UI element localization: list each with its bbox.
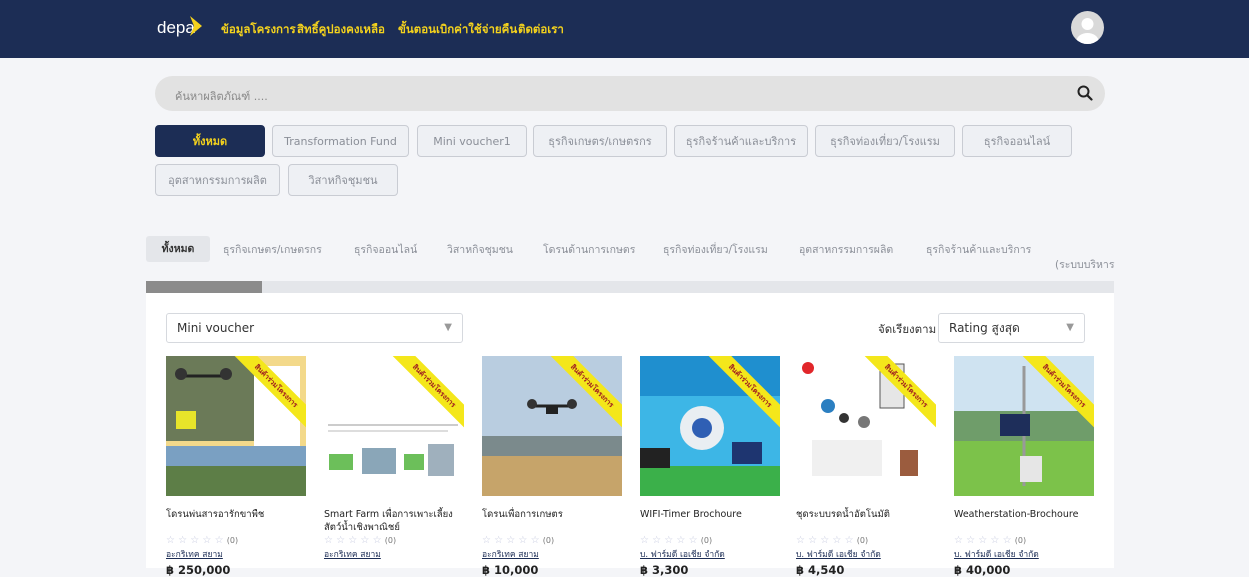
rating-stars: ☆ ☆ ☆ ☆ ☆ — [640, 535, 698, 546]
tab-retail-service[interactable]: ธุรกิจร้านค้าและบริการ — [926, 241, 1031, 258]
seller-link[interactable]: อะกริเทค สยาม — [166, 547, 306, 561]
product-card[interactable]: สินค้าร่วมโครงการ โดรนเพื่อการเกษตร ☆ ☆ … — [482, 356, 622, 577]
rating-count: (0) — [384, 536, 397, 545]
product-card[interactable]: สินค้าร่วมโครงการ โดรนพ่นสารอารักขาพืช ☆… — [166, 356, 306, 577]
rating-count: (0) — [856, 536, 869, 545]
product-title[interactable]: โดรนเพื่อการเกษตร — [482, 508, 622, 534]
tab-scroll-thumb[interactable] — [146, 281, 263, 293]
product-price: ฿ 3,300 — [640, 563, 689, 577]
tab-manufacturing[interactable]: อุตสาหกรรมการผลิต — [799, 241, 893, 258]
product-image[interactable]: สินค้าร่วมโครงการ — [796, 356, 936, 496]
chip-online-business[interactable]: ธุรกิจออนไลน์ — [962, 125, 1072, 157]
tab-community-enterprise[interactable]: วิสาหกิจชุมชน — [447, 241, 513, 258]
spraying-drone-image — [166, 356, 306, 496]
product-price: ฿ 40,000 — [954, 563, 1011, 577]
chip-retail-service[interactable]: ธุรกิจร้านค้าและบริการ — [674, 125, 808, 157]
product-price: ฿ 10,000 — [482, 563, 539, 577]
user-icon — [1076, 18, 1099, 44]
tab-agri-drone[interactable]: โดรนด้านการเกษตร — [543, 241, 635, 258]
seller-link[interactable]: บ. ฟาร์มดี เอเชีย จำกัด — [954, 547, 1094, 561]
product-title[interactable]: ชุดระบบรดน้ำอัตโนมัติ — [796, 508, 936, 534]
seller-link[interactable]: อะกริเทค สยาม — [324, 547, 464, 561]
search-input[interactable]: ค้นหาผลิตภัณฑ์ .... — [175, 87, 268, 105]
tab-management-system[interactable]: (ระบบบริหาร — [1055, 256, 1114, 273]
rating-stars: ☆ ☆ ☆ ☆ ☆ — [796, 535, 854, 546]
chevron-down-icon: ▼ — [444, 322, 452, 333]
star-rating: ☆ ☆ ☆ ☆ ☆ (0) — [796, 535, 936, 546]
voucher-select-value: Mini voucher — [177, 321, 255, 335]
sort-select-value: Rating สูงสุด — [949, 321, 1020, 335]
product-title[interactable]: Smart Farm เพื่อการเพาะเลี้ยงสัตว์น้ำเชิ… — [324, 508, 464, 534]
tab-scroll-track[interactable] — [146, 281, 1114, 293]
star-rating: ☆ ☆ ☆ ☆ ☆ (0) — [324, 535, 464, 546]
seller-link[interactable]: บ. ฟาร์มดี เอเชีย จำกัด — [640, 547, 780, 561]
product-card[interactable]: สินค้าร่วมโครงการ Weatherstation-Brochou… — [954, 356, 1094, 577]
rating-count: (0) — [1014, 536, 1027, 545]
nav-reimbursement-steps[interactable]: ขั้นตอนเบิกค่าใช้จ่ายคืน — [398, 21, 517, 39]
rating-stars: ☆ ☆ ☆ ☆ ☆ — [166, 535, 224, 546]
product-image[interactable]: สินค้าร่วมโครงการ — [954, 356, 1094, 496]
seller-link[interactable]: บ. ฟาร์มดี เอเชีย จำกัด — [796, 547, 936, 561]
product-image[interactable]: สินค้าร่วมโครงการ — [640, 356, 780, 496]
search-icon[interactable] — [1077, 85, 1093, 101]
smart-farm-image — [324, 356, 464, 496]
rating-stars: ☆ ☆ ☆ ☆ ☆ — [954, 535, 1012, 546]
rating-count: (0) — [700, 536, 713, 545]
auto-watering-kit-image — [796, 356, 936, 496]
rating-stars: ☆ ☆ ☆ ☆ ☆ — [324, 535, 382, 546]
seller-link[interactable]: อะกริเทค สยาม — [482, 547, 622, 561]
product-price: ฿ 4,540 — [796, 563, 845, 577]
agri-drone-image — [482, 356, 622, 496]
rating-count: (0) — [226, 536, 239, 545]
product-title[interactable]: WIFI-Timer Brochoure — [640, 508, 780, 534]
product-title[interactable]: Weatherstation-Brochoure — [954, 508, 1094, 534]
tab-tourism-hotel[interactable]: ธุรกิจท่องเที่ยว/โรงแรม — [663, 241, 768, 258]
star-rating: ☆ ☆ ☆ ☆ ☆ (0) — [640, 535, 780, 546]
nav-project-info[interactable]: ข้อมูลโครงการ — [221, 21, 296, 39]
chip-manufacturing[interactable]: อุตสาหกรรมการผลิต — [155, 164, 280, 196]
star-rating: ☆ ☆ ☆ ☆ ☆ (0) — [954, 535, 1094, 546]
chip-all[interactable]: ทั้งหมด — [155, 125, 265, 157]
rating-stars: ☆ ☆ ☆ ☆ ☆ — [482, 535, 540, 546]
tab-online-business[interactable]: ธุรกิจออนไลน์ — [354, 241, 417, 258]
chip-transformation-fund[interactable]: Transformation Fund — [272, 125, 409, 157]
product-image[interactable]: สินค้าร่วมโครงการ — [166, 356, 306, 496]
chip-community-enterprise[interactable]: วิสาหกิจชุมชน — [288, 164, 398, 196]
nav-coupon-balance[interactable]: สิทธิ์คูปองคงเหลือ — [297, 21, 385, 39]
wifi-timer-image — [640, 356, 780, 496]
product-card[interactable]: สินค้าร่วมโครงการ WIFI-Timer Brochoure ☆… — [640, 356, 780, 577]
product-card[interactable]: สินค้าร่วมโครงการ Smart Farm เพื่อการเพา… — [324, 356, 464, 563]
chip-agriculture[interactable]: ธุรกิจเกษตร/เกษตรกร — [533, 125, 667, 157]
product-price: ฿ 250,000 — [166, 563, 231, 577]
weather-station-image — [954, 356, 1094, 496]
chip-mini-voucher1[interactable]: Mini voucher1 — [417, 125, 527, 157]
rating-count: (0) — [542, 536, 555, 545]
sort-label: จัดเรียงตาม — [878, 322, 937, 336]
product-search-bar[interactable]: ค้นหาผลิตภัณฑ์ .... — [155, 76, 1105, 111]
sort-select[interactable]: Rating สูงสุด ▼ — [938, 313, 1085, 343]
top-navbar: depa ข้อมูลโครงการ สิทธิ์คูปองคงเหลือ ขั… — [0, 0, 1249, 58]
chevron-down-icon: ▼ — [1066, 322, 1074, 333]
logo-mark-icon — [190, 16, 202, 36]
nav-contact[interactable]: ติดต่อเรา — [518, 21, 564, 39]
star-rating: ☆ ☆ ☆ ☆ ☆ (0) — [482, 535, 622, 546]
product-image[interactable]: สินค้าร่วมโครงการ — [324, 356, 464, 496]
tab-all[interactable]: ทั้งหมด — [146, 236, 210, 262]
product-title[interactable]: โดรนพ่นสารอารักขาพืช — [166, 508, 306, 534]
tab-agriculture[interactable]: ธุรกิจเกษตร/เกษตรกร — [223, 241, 322, 258]
user-avatar[interactable] — [1071, 11, 1104, 44]
product-image[interactable]: สินค้าร่วมโครงการ — [482, 356, 622, 496]
star-rating: ☆ ☆ ☆ ☆ ☆ (0) — [166, 535, 306, 546]
product-card[interactable]: สินค้าร่วมโครงการ ชุดระบบรดน้ำอัตโนมัติ … — [796, 356, 936, 577]
voucher-select[interactable]: Mini voucher ▼ — [166, 313, 463, 343]
chip-tourism-hotel[interactable]: ธุรกิจท่องเที่ยว/โรงแรม — [815, 125, 955, 157]
